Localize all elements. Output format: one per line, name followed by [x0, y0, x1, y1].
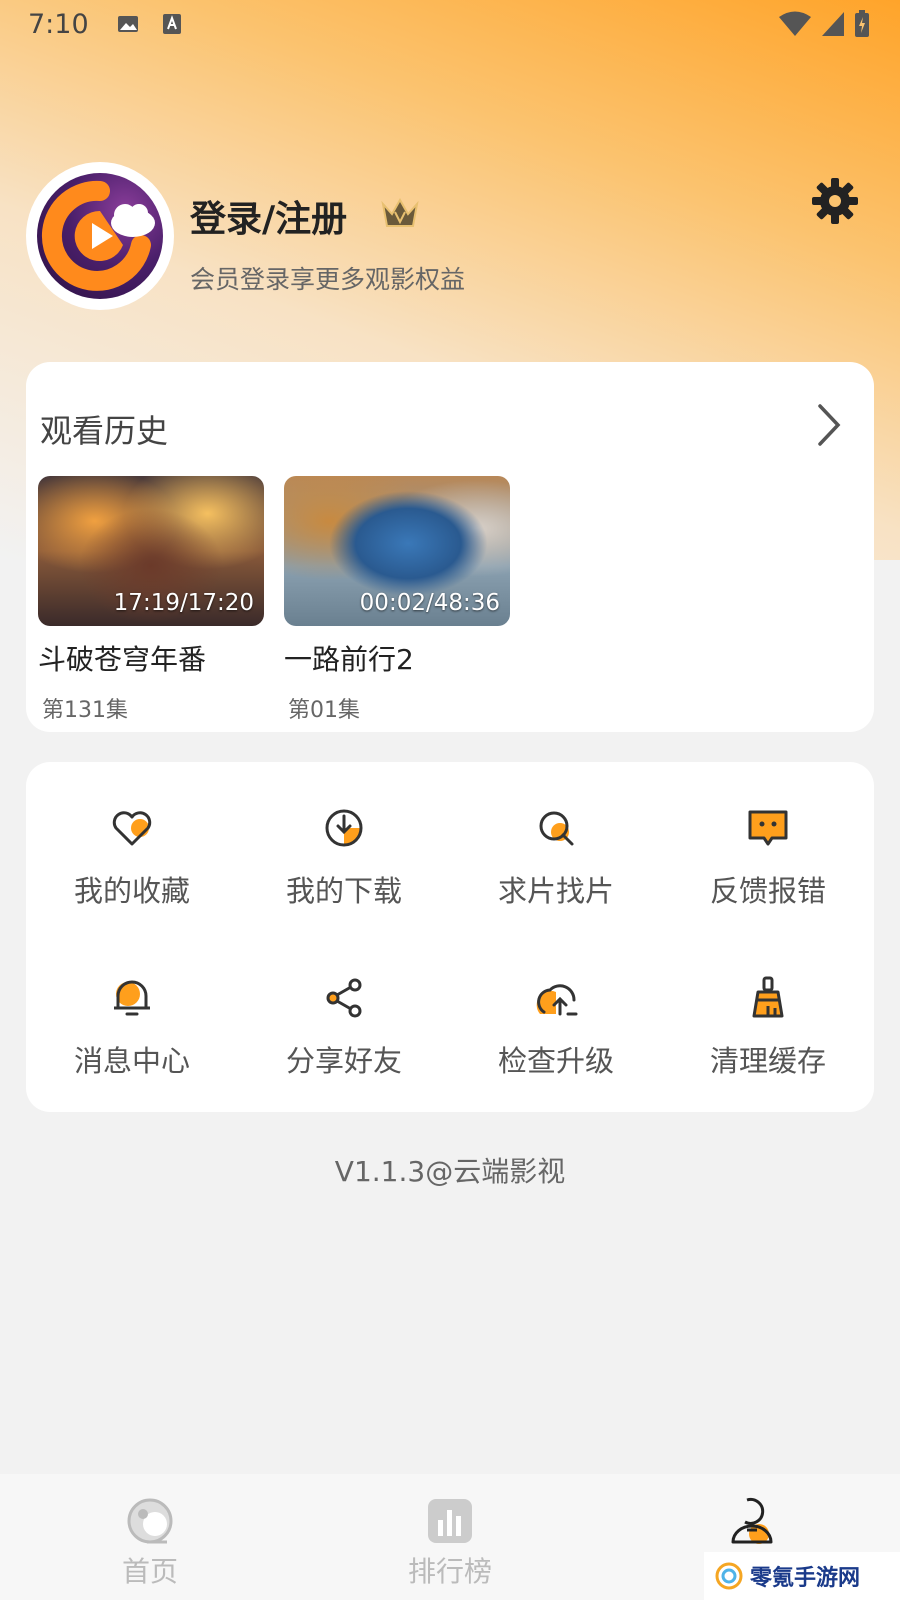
status-time: 7:10 — [28, 8, 89, 40]
menu-item-label: 检查升级 — [497, 1044, 614, 1078]
nav-label: 排行榜 — [407, 1555, 492, 1588]
avatar[interactable] — [26, 162, 174, 310]
menu-item-label: 消息中心 — [73, 1044, 190, 1078]
font-notification-icon — [162, 14, 181, 34]
watermark-text: 零氪手游网 — [750, 1566, 861, 1591]
playback-progress: 17:19/17:20 — [113, 590, 254, 616]
watermark: 零氪手游网 — [704, 1552, 900, 1600]
menu-item-label: 我的收藏 — [73, 874, 190, 908]
menu-item-label: 求片找片 — [497, 874, 614, 908]
status-indicators — [778, 10, 870, 38]
menu-item-clear-cache[interactable]: 清理缓存 — [662, 974, 874, 1094]
feedback-icon — [748, 810, 788, 846]
battery-icon — [855, 10, 869, 37]
vip-crown-icon — [381, 197, 419, 227]
nav-label: 首页 — [121, 1555, 178, 1588]
menu-item-feedback[interactable]: 反馈报错 — [662, 804, 874, 924]
chevron-right-icon[interactable] — [810, 402, 846, 448]
image-notification-icon — [117, 16, 138, 32]
nav-tab-ranking[interactable]: 排行榜 — [370, 1496, 530, 1590]
watch-history-title: 观看历史 — [40, 412, 169, 450]
history-item[interactable]: 00:02/48:36 一路前行2 第01集 — [284, 476, 510, 724]
status-bar: 7:10 — [0, 0, 900, 48]
video-thumbnail: 00:02/48:36 — [284, 476, 510, 626]
ranking-icon — [428, 1499, 472, 1543]
bell-icon — [114, 980, 150, 1016]
episode-label: 第131集 — [42, 698, 128, 723]
menu-item-favorites[interactable]: 我的收藏 — [26, 804, 238, 924]
heart-icon — [112, 811, 152, 846]
menu-item-label: 我的下载 — [285, 874, 402, 908]
app-logo-icon — [37, 173, 163, 299]
nav-tab-home[interactable]: 首页 — [70, 1496, 230, 1590]
menu-item-downloads[interactable]: 我的下载 — [238, 804, 450, 924]
function-grid-card: 我的收藏 我的下载 求片找片 反馈报错 消息中心 分享好友 检查升级 清理缓存 — [26, 762, 874, 1112]
history-item[interactable]: 17:19/17:20 斗破苍穹年番 第131集 — [38, 476, 264, 724]
menu-item-upgrade[interactable]: 检查升级 — [450, 974, 662, 1094]
menu-item-messages[interactable]: 消息中心 — [26, 974, 238, 1094]
nav-tab-profile[interactable] — [672, 1496, 832, 1550]
menu-item-label: 反馈报错 — [709, 874, 826, 908]
watch-history-card: 观看历史 17:19/17:20 斗破苍穹年番 第131集 00:02/48:3… — [26, 362, 874, 732]
share-icon — [326, 978, 362, 1018]
search-icon — [539, 811, 574, 846]
profile-icon — [731, 1497, 773, 1544]
menu-item-label: 清理缓存 — [709, 1044, 826, 1078]
wifi-icon — [779, 11, 811, 36]
menu-item-share[interactable]: 分享好友 — [238, 974, 450, 1094]
upgrade-icon — [536, 984, 578, 1016]
login-register-link[interactable]: 登录/注册 — [190, 190, 347, 242]
app-version: V1.1.3@云端影视 — [334, 1155, 566, 1188]
watermark-logo-icon — [715, 1562, 743, 1590]
broom-icon — [752, 976, 784, 1018]
episode-label: 第01集 — [288, 698, 360, 723]
cellular-signal-icon — [822, 12, 844, 36]
menu-item-label: 分享好友 — [285, 1044, 402, 1078]
settings-gear-icon[interactable] — [810, 176, 860, 226]
video-thumbnail: 17:19/17:20 — [38, 476, 264, 626]
video-title: 斗破苍穹年番 — [38, 643, 207, 676]
playback-progress: 00:02/48:36 — [359, 590, 500, 616]
video-title: 一路前行2 — [284, 643, 414, 676]
home-icon — [127, 1498, 173, 1544]
download-icon — [325, 809, 363, 847]
menu-item-request[interactable]: 求片找片 — [450, 804, 662, 924]
login-subtitle: 会员登录享更多观影权益 — [190, 265, 466, 294]
